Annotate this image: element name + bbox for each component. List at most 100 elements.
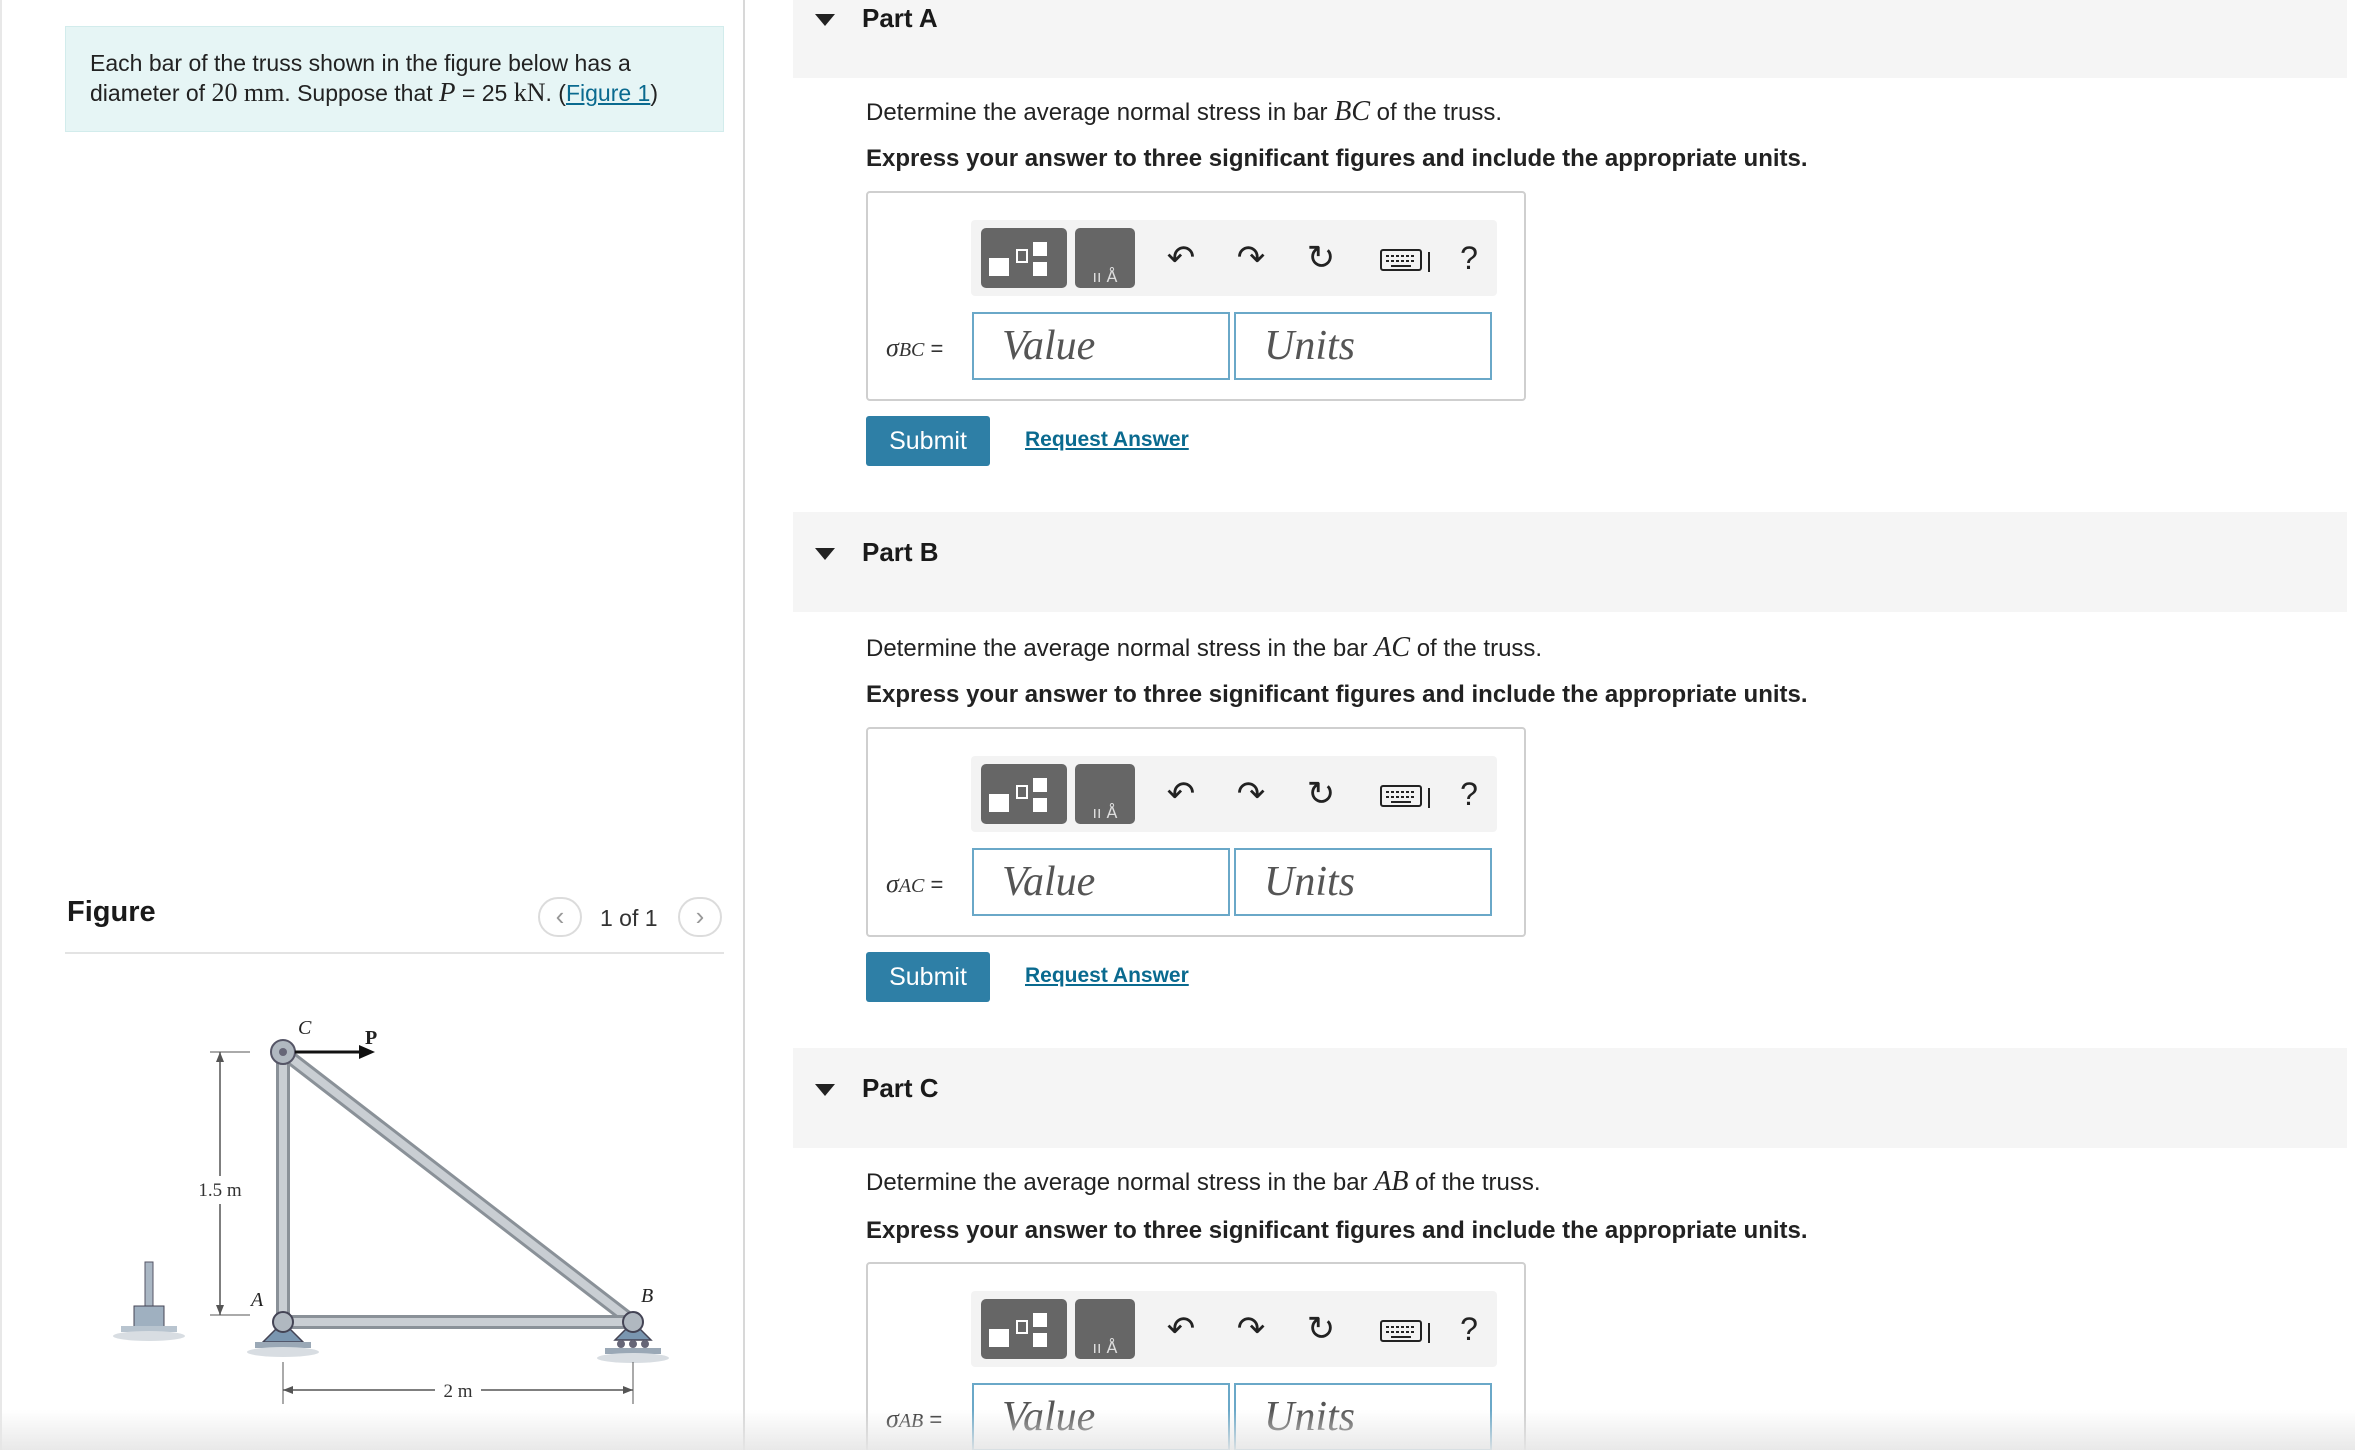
keyboard-icon[interactable] bbox=[1379, 774, 1435, 814]
chevron-left-icon[interactable]: ‹ bbox=[538, 897, 582, 937]
redo-icon[interactable]: ↷ bbox=[1231, 1309, 1271, 1349]
value-input[interactable] bbox=[972, 848, 1230, 916]
chevron-right-icon[interactable]: › bbox=[678, 897, 722, 937]
question-text-end: of the truss. bbox=[1410, 635, 1543, 662]
request-answer-link[interactable]: Request Answer bbox=[1025, 428, 1189, 452]
math-toolbar: ıı Å ↶ ↷ ↻ ? bbox=[971, 756, 1497, 832]
value-input[interactable] bbox=[972, 1383, 1230, 1450]
help-icon[interactable]: ? bbox=[1449, 238, 1489, 278]
part-a-title: Part A bbox=[862, 3, 938, 33]
request-answer-link[interactable]: Request Answer bbox=[1025, 964, 1189, 988]
bar-symbol: AB bbox=[1374, 1166, 1409, 1197]
sigma-subscript: AC bbox=[898, 875, 925, 897]
help-icon[interactable]: ? bbox=[1449, 1309, 1489, 1349]
symbols-icon[interactable]: ıı Å bbox=[1075, 764, 1135, 824]
part-c-header[interactable]: Part C bbox=[793, 1048, 2347, 1148]
wall-support bbox=[113, 1261, 185, 1341]
problem-text-line1: Each bar of the truss shown in the figur… bbox=[90, 50, 631, 76]
equals-sign: = bbox=[923, 1407, 943, 1432]
part-b-title: Part B bbox=[862, 537, 939, 567]
sigma-subscript: BC bbox=[898, 339, 925, 361]
help-icon[interactable]: ? bbox=[1449, 774, 1489, 814]
load-symbol: P bbox=[439, 77, 456, 107]
part-c-title: Part C bbox=[862, 1073, 939, 1103]
bar-symbol: BC bbox=[1334, 96, 1370, 127]
undo-icon[interactable]: ↶ bbox=[1161, 1309, 1201, 1349]
svg-text:ıı Å: ıı Å bbox=[1093, 803, 1118, 822]
caret-down-icon[interactable] bbox=[815, 548, 835, 560]
reset-icon[interactable]: ↻ bbox=[1301, 774, 1341, 814]
label-p: P bbox=[365, 1027, 377, 1049]
truss-diagram: 1.5 m C P A B 2 m bbox=[113, 1017, 669, 1404]
caret-down-icon[interactable] bbox=[815, 14, 835, 26]
problem-text-suppose: . Suppose that bbox=[284, 80, 440, 106]
figure-header: Figure ‹ 1 of 1 › bbox=[65, 886, 724, 954]
part-b-header[interactable]: Part B bbox=[793, 512, 2347, 612]
math-toolbar: ıı Å ↶ ↷ ↻ ? bbox=[971, 220, 1497, 296]
submit-button[interactable]: Submit bbox=[866, 416, 990, 466]
label-b: B bbox=[641, 1285, 653, 1307]
math-toolbar: ıı Å ↶ ↷ ↻ ? bbox=[971, 1291, 1497, 1367]
keyboard-icon[interactable] bbox=[1379, 1309, 1435, 1349]
templates-icon[interactable] bbox=[981, 228, 1067, 288]
part-a-header[interactable]: Part A bbox=[793, 0, 2347, 78]
redo-icon[interactable]: ↷ bbox=[1231, 238, 1271, 278]
part-c-instruction: Express your answer to three significant… bbox=[866, 1217, 1808, 1244]
sigma-label: σAC = bbox=[886, 869, 943, 899]
part-a-instruction: Express your answer to three significant… bbox=[866, 145, 1808, 172]
keyboard-icon[interactable] bbox=[1379, 238, 1435, 278]
figure-title: Figure bbox=[67, 896, 156, 928]
value-input[interactable] bbox=[972, 312, 1230, 380]
part-a-question: Determine the average normal stress in b… bbox=[866, 96, 1502, 128]
sigma-label: σBC = bbox=[886, 333, 943, 363]
load-equals: = 25 bbox=[455, 80, 514, 106]
units-input[interactable] bbox=[1234, 312, 1492, 380]
question-text-end: of the truss. bbox=[1370, 99, 1503, 126]
templates-icon[interactable] bbox=[981, 764, 1067, 824]
label-a: A bbox=[249, 1289, 264, 1311]
width-label: 2 m bbox=[443, 1381, 472, 1402]
bar-symbol: AC bbox=[1374, 632, 1411, 663]
label-c: C bbox=[298, 1017, 312, 1039]
part-a-answer-box: ıı Å ↶ ↷ ↻ ? σBC = bbox=[866, 191, 1526, 401]
svg-text:ıı Å: ıı Å bbox=[1093, 1338, 1118, 1357]
figure-counter: 1 of 1 bbox=[600, 905, 658, 931]
problem-statement: Each bar of the truss shown in the figur… bbox=[65, 26, 724, 132]
sigma-label: σAB = bbox=[886, 1404, 942, 1434]
diameter-value: 20 bbox=[211, 78, 238, 107]
redo-icon[interactable]: ↷ bbox=[1231, 774, 1271, 814]
part-b-instruction: Express your answer to three significant… bbox=[866, 681, 1808, 708]
undo-icon[interactable]: ↶ bbox=[1161, 238, 1201, 278]
question-text-end: of the truss. bbox=[1408, 1169, 1541, 1196]
sigma-symbol: σ bbox=[886, 333, 899, 362]
units-input[interactable] bbox=[1234, 848, 1492, 916]
templates-icon[interactable] bbox=[981, 1299, 1067, 1359]
height-label: 1.5 m bbox=[198, 1180, 242, 1201]
problem-panel: Each bar of the truss shown in the figur… bbox=[0, 0, 745, 1450]
problem-text-close: ) bbox=[650, 80, 658, 106]
figure-link[interactable]: Figure 1 bbox=[566, 80, 650, 106]
diameter-unit: mm bbox=[243, 78, 285, 107]
truss-figure: 1.5 m C P A B 2 m bbox=[65, 1000, 724, 1440]
load-unit: kN bbox=[513, 78, 546, 107]
sigma-symbol: σ bbox=[886, 869, 899, 898]
symbols-icon[interactable]: ıı Å bbox=[1075, 228, 1135, 288]
part-b-answer-box: ıı Å ↶ ↷ ↻ ? σAC = bbox=[866, 727, 1526, 937]
svg-text:ıı Å: ıı Å bbox=[1093, 267, 1118, 286]
symbols-icon[interactable]: ıı Å bbox=[1075, 1299, 1135, 1359]
part-b-question: Determine the average normal stress in t… bbox=[866, 632, 1542, 664]
reset-icon[interactable]: ↻ bbox=[1301, 238, 1341, 278]
equals-sign: = bbox=[924, 872, 944, 897]
equals-sign: = bbox=[924, 336, 944, 361]
submit-button[interactable]: Submit bbox=[866, 952, 990, 1002]
question-text: Determine the average normal stress in b… bbox=[866, 99, 1335, 126]
question-text: Determine the average normal stress in t… bbox=[866, 635, 1375, 662]
question-text: Determine the average normal stress in t… bbox=[866, 1169, 1375, 1196]
part-c-question: Determine the average normal stress in t… bbox=[866, 1166, 1541, 1198]
units-input[interactable] bbox=[1234, 1383, 1492, 1450]
undo-icon[interactable]: ↶ bbox=[1161, 774, 1201, 814]
part-c-answer-box: ıı Å ↶ ↷ ↻ ? σAB = bbox=[866, 1262, 1526, 1450]
caret-down-icon[interactable] bbox=[815, 1084, 835, 1096]
parts-panel: Part A Determine the average normal stre… bbox=[746, 0, 2355, 1450]
reset-icon[interactable]: ↻ bbox=[1301, 1309, 1341, 1349]
